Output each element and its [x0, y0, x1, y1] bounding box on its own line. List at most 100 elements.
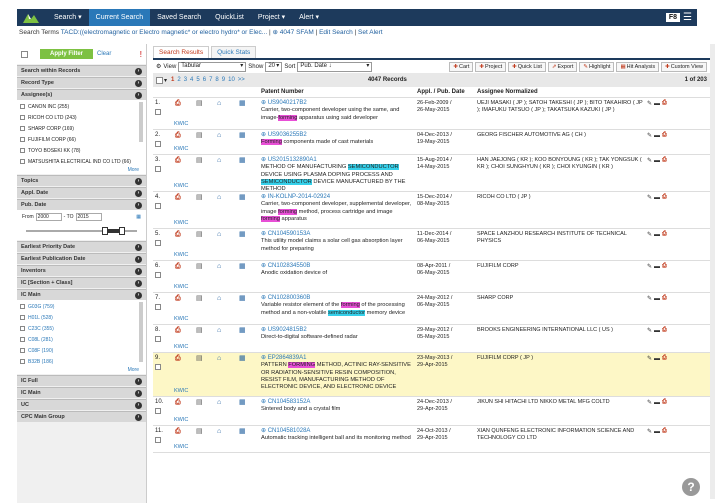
expand-icon[interactable]: › [135, 67, 142, 75]
folder-icon[interactable]: ▬ [654, 101, 660, 107]
page-link-3[interactable]: 3 [184, 77, 187, 83]
menu-icon[interactable]: ☰ [683, 12, 692, 23]
filter-checkbox[interactable] [20, 348, 25, 353]
facet-header[interactable]: IC [Section + Class] › [17, 277, 146, 288]
grid-icon[interactable]: ▦ [239, 132, 246, 139]
page-link-7[interactable]: 7 [209, 77, 212, 83]
institution-icon[interactable]: ⌂ [217, 231, 224, 238]
more-assignees-link[interactable]: More [20, 167, 143, 173]
grid-icon[interactable]: ▦ [239, 157, 246, 164]
pin-icon[interactable]: ✎ [647, 295, 652, 302]
document-icon[interactable]: ▤ [196, 157, 203, 164]
grid-icon[interactable]: ▦ [239, 295, 246, 302]
folder-icon[interactable]: ▬ [654, 296, 660, 302]
page-link-6[interactable]: 6 [203, 77, 206, 83]
calendar-icon[interactable]: ▦ [136, 214, 141, 220]
patent-number-link[interactable]: ⊕ US9024815B2 [261, 327, 413, 334]
institution-icon[interactable]: ⌂ [217, 132, 224, 139]
document-icon[interactable]: ▤ [196, 428, 203, 435]
toolbar-button-cart[interactable]: ✚Cart [449, 61, 474, 72]
f8-button[interactable]: F8 [665, 13, 681, 22]
facet-header[interactable]: CPC Main Group › [17, 411, 146, 422]
pdf-icon[interactable]: ⎙ [175, 399, 182, 406]
kwic-link[interactable]: KWIC [174, 183, 188, 189]
filter-checkbox[interactable] [20, 326, 25, 331]
toolbar-button-project[interactable]: ✚Project [475, 61, 507, 72]
pin-icon[interactable]: ✎ [647, 355, 652, 362]
row-checkbox[interactable] [155, 272, 161, 278]
patent-number-link[interactable]: ⊕ US9036255B2 [261, 132, 413, 139]
pin-icon[interactable]: ✎ [647, 231, 652, 238]
folder-icon[interactable]: ▬ [654, 158, 660, 164]
date-range-slider[interactable] [26, 225, 137, 237]
facet-header[interactable]: IC Full › [17, 375, 146, 386]
expand-icon[interactable]: › [135, 91, 142, 99]
nav-item-4[interactable]: Project ▾ [251, 9, 292, 26]
clear-filter-link[interactable]: Clear [97, 51, 111, 57]
filter-option[interactable]: B32B (186) [20, 356, 143, 367]
filter-option[interactable]: H01L (528) [20, 312, 143, 323]
grid-icon[interactable]: ▦ [239, 355, 246, 362]
patent-number-link[interactable]: ⊕ IN-KOLNP-2014-02924 [261, 194, 413, 201]
folder-icon[interactable]: ▬ [654, 356, 660, 362]
institution-icon[interactable]: ⌂ [217, 194, 224, 201]
facet-header[interactable]: Earliest Publication Date › [17, 253, 146, 264]
pdf-icon[interactable]: ⎙ [175, 132, 182, 139]
expand-icon[interactable]: › [135, 177, 142, 185]
pdf-icon[interactable]: ⎙ [175, 100, 182, 107]
set-alert-link[interactable]: Set Alert [358, 29, 383, 36]
kwic-link[interactable]: KWIC [174, 252, 188, 258]
pdf-download-icon[interactable]: ⎙ [662, 327, 667, 334]
expand-icon[interactable]: › [135, 243, 142, 251]
tab-quick-stats[interactable]: Quick Stats [211, 46, 257, 58]
filter-checkbox[interactable] [20, 126, 25, 131]
document-icon[interactable]: ▤ [196, 194, 203, 201]
facet-header[interactable]: Earliest Priority Date › [17, 241, 146, 252]
pin-icon[interactable]: ✎ [647, 428, 652, 435]
kwic-link[interactable]: KWIC [174, 121, 188, 127]
institution-icon[interactable]: ⌂ [217, 295, 224, 302]
pin-icon[interactable]: ✎ [647, 100, 652, 107]
institution-icon[interactable]: ⌂ [217, 355, 224, 362]
kwic-link[interactable]: KWIC [174, 444, 188, 450]
document-icon[interactable]: ▤ [196, 132, 203, 139]
facet-header[interactable]: Appl. Date › [17, 187, 146, 198]
facet-header[interactable]: Search within Records › [17, 65, 146, 76]
sort-select[interactable]: Pub. Date ↓ ▾ [297, 61, 373, 72]
grid-icon[interactable]: ▦ [239, 194, 246, 201]
select-dropdown-icon[interactable]: ▾ [164, 77, 167, 84]
nav-item-1[interactable]: Current Search [88, 9, 151, 26]
expand-icon[interactable]: › [135, 377, 142, 385]
view-select[interactable]: Tabular ▾ [178, 61, 247, 72]
expand-icon[interactable]: › [135, 79, 142, 87]
pin-icon[interactable]: ✎ [647, 399, 652, 406]
document-icon[interactable]: ▤ [196, 355, 203, 362]
page-link-10[interactable]: 10 [228, 77, 235, 83]
row-checkbox[interactable] [155, 109, 161, 115]
pdf-icon[interactable]: ⎙ [175, 263, 182, 270]
page-link-1[interactable]: 1 [171, 77, 174, 83]
page-link-8[interactable]: 8 [215, 77, 218, 83]
expand-icon[interactable]: › [135, 189, 142, 197]
toolbar-button-custom-view[interactable]: ✚Custom View [661, 61, 707, 72]
pdf-download-icon[interactable]: ⎙ [662, 231, 667, 238]
patent-number-link[interactable]: ⊕ CN104583152A [261, 399, 413, 406]
grid-icon[interactable]: ▦ [239, 327, 246, 334]
toolbar-button-export[interactable]: ⇗Export [547, 61, 578, 72]
pdf-download-icon[interactable]: ⎙ [662, 428, 667, 435]
filter-checkbox[interactable] [20, 137, 25, 142]
facet-header[interactable]: Inventors › [17, 265, 146, 276]
institution-icon[interactable]: ⌂ [217, 100, 224, 107]
folder-icon[interactable]: ▬ [654, 264, 660, 270]
show-select[interactable]: 20 ▾ [265, 61, 283, 72]
select-all-checkbox[interactable] [156, 76, 163, 84]
row-checkbox[interactable] [155, 141, 161, 147]
document-icon[interactable]: ▤ [196, 295, 203, 302]
filter-checkbox[interactable] [20, 359, 25, 364]
expand-icon[interactable]: › [135, 267, 142, 275]
pdf-icon[interactable]: ⎙ [175, 157, 182, 164]
folder-icon[interactable]: ▬ [654, 328, 660, 334]
select-all-filters-checkbox[interactable] [21, 50, 28, 58]
filter-option[interactable]: RICOH CO LTD (243) [20, 112, 143, 123]
expand-icon[interactable]: › [135, 279, 142, 287]
